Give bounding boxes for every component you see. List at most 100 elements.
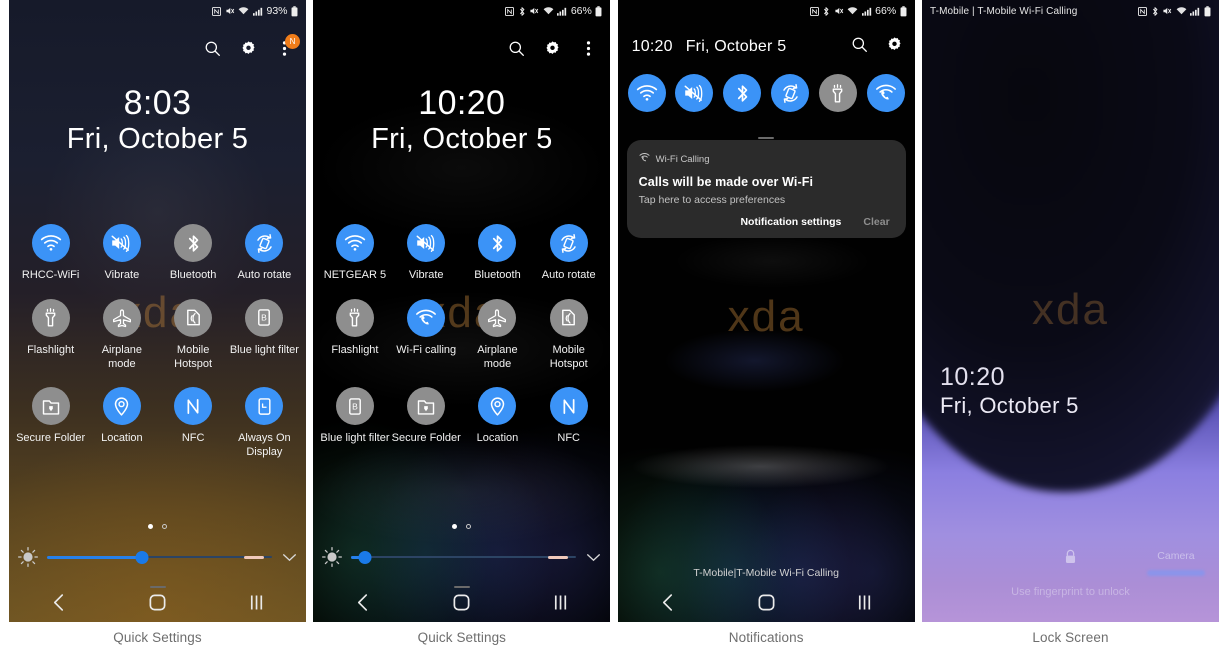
quick-settings-tile[interactable]: Vibrate [86,224,157,283]
quick-settings-tile[interactable]: Location [86,387,157,460]
secure-folder-icon[interactable] [407,387,446,426]
quick-settings-tile[interactable]: Airplane mode [86,298,157,372]
quick-settings-tile[interactable] [771,74,810,112]
airplane-icon[interactable] [478,298,517,337]
vibrate-icon[interactable] [102,224,141,262]
slider-thumb[interactable] [358,550,372,564]
brightness-slider-1[interactable] [47,548,272,566]
signal-icon [557,7,567,16]
recents-icon[interactable] [842,588,888,616]
quick-settings-tile[interactable]: Always On Display [229,387,300,460]
secure-folder-icon[interactable] [31,387,70,426]
search-icon[interactable] [851,36,868,58]
chevron-down-icon[interactable] [584,553,602,562]
quick-settings-tile[interactable]: Mobile Hotspot [533,298,604,372]
page-dot-active[interactable] [148,524,153,529]
page-dot[interactable] [162,524,167,529]
flashlight-icon[interactable] [335,298,374,337]
home-icon[interactable] [743,588,789,616]
more-icon[interactable] [578,38,598,58]
quick-settings-tile[interactable]: NFC [158,387,229,460]
flashlight-icon[interactable] [818,74,857,112]
panel-notifications: 66% 10:20 Fri, October 5 Wi-Fi Calling C… [617,0,915,655]
quick-settings-tile[interactable] [818,74,857,112]
nfc-icon[interactable] [174,387,213,426]
gear-icon[interactable] [886,36,903,58]
quick-settings-tile[interactable]: Secure Folder [391,387,462,446]
quick-settings-tile[interactable]: Flashlight [15,298,86,372]
quick-settings-tile[interactable]: Auto rotate [229,224,300,283]
quick-settings-tile[interactable]: Auto rotate [533,224,604,283]
home-icon[interactable] [439,588,485,616]
notification-card[interactable]: Wi-Fi Calling Calls will be made over Wi… [626,140,906,238]
quick-settings-tile[interactable]: RHCC-WiFi [15,224,86,283]
search-icon[interactable] [506,38,526,58]
home-icon[interactable] [135,588,181,616]
brightness-slider-2[interactable] [351,548,577,566]
quick-settings-tile[interactable]: Flashlight [319,298,390,372]
recents-icon[interactable] [234,588,280,616]
clear-button[interactable]: Clear [863,216,889,228]
quick-settings-tile[interactable] [723,74,762,112]
camera-shortcut[interactable]: Camera [1146,550,1205,576]
mute-icon [225,6,235,16]
hotspot-icon[interactable] [174,298,213,337]
camera-shortcut-bar[interactable] [1146,570,1205,576]
airplane-icon[interactable] [102,298,141,337]
wifi-calling-icon[interactable] [407,298,446,337]
quick-settings-tile[interactable]: NETGEAR 5 [319,224,390,283]
auto-rotate-icon[interactable] [549,224,588,262]
bluetooth-icon[interactable] [478,224,517,262]
back-icon[interactable] [644,588,690,616]
flashlight-icon[interactable] [31,298,70,337]
vibrate-icon[interactable] [675,74,714,112]
quick-settings-tile[interactable]: B Blue light filter [229,298,300,372]
quick-settings-tile[interactable] [675,74,714,112]
always-on-display-icon[interactable] [245,387,284,426]
quick-settings-tile[interactable]: Airplane mode [462,298,533,372]
location-icon[interactable] [102,387,141,426]
wifi-icon[interactable] [31,224,70,262]
gear-icon[interactable] [238,38,258,58]
bluetooth-icon[interactable] [723,74,762,112]
vibrate-icon[interactable] [407,224,446,262]
hotspot-icon[interactable] [549,298,588,337]
bluetooth-icon[interactable] [174,224,213,262]
back-icon[interactable] [340,588,386,616]
quick-settings-tile[interactable]: Wi-Fi calling [391,298,462,372]
mute-icon [1162,6,1172,16]
slider-thumb[interactable] [135,550,148,564]
recents-icon[interactable] [538,588,584,616]
wifi-icon[interactable] [627,74,666,112]
quick-settings-tile[interactable]: Location [462,387,533,446]
quick-settings-tile[interactable]: B Blue light filter [319,387,390,446]
quick-settings-tile[interactable]: Mobile Hotspot [158,298,229,372]
quick-settings-tile[interactable]: NFC [533,387,604,446]
wifi-icon[interactable] [335,224,374,262]
auto-rotate-icon[interactable] [245,224,284,262]
quick-settings-tile[interactable]: Bluetooth [462,224,533,283]
notification-settings-button[interactable]: Notification settings [740,216,841,228]
nfc-icon[interactable] [549,387,588,426]
quick-settings-tile[interactable]: Bluetooth [158,224,229,283]
search-icon[interactable] [202,38,222,58]
status-bar-2: 66% [313,0,610,22]
page-dot-active[interactable] [452,524,458,529]
quick-settings-tile[interactable] [866,74,905,112]
quick-settings-tile[interactable] [627,74,666,112]
quick-settings-tile[interactable]: Secure Folder [15,387,86,460]
chevron-down-icon[interactable] [280,553,298,562]
auto-rotate-icon[interactable] [771,74,810,112]
gear-icon[interactable] [542,38,562,58]
page-dot[interactable] [466,524,472,529]
back-icon[interactable] [36,588,82,616]
more-icon[interactable]: N [274,34,300,58]
location-icon[interactable] [478,387,517,426]
blue-light-icon[interactable]: B [335,387,374,426]
blue-light-icon[interactable]: B [245,298,284,337]
page-indicator-2[interactable] [313,524,610,529]
panel-caption-4: Lock Screen [1032,630,1109,645]
quick-settings-tile[interactable]: Vibrate [391,224,462,283]
wifi-calling-icon[interactable] [866,74,905,112]
page-indicator-1[interactable] [9,524,306,529]
